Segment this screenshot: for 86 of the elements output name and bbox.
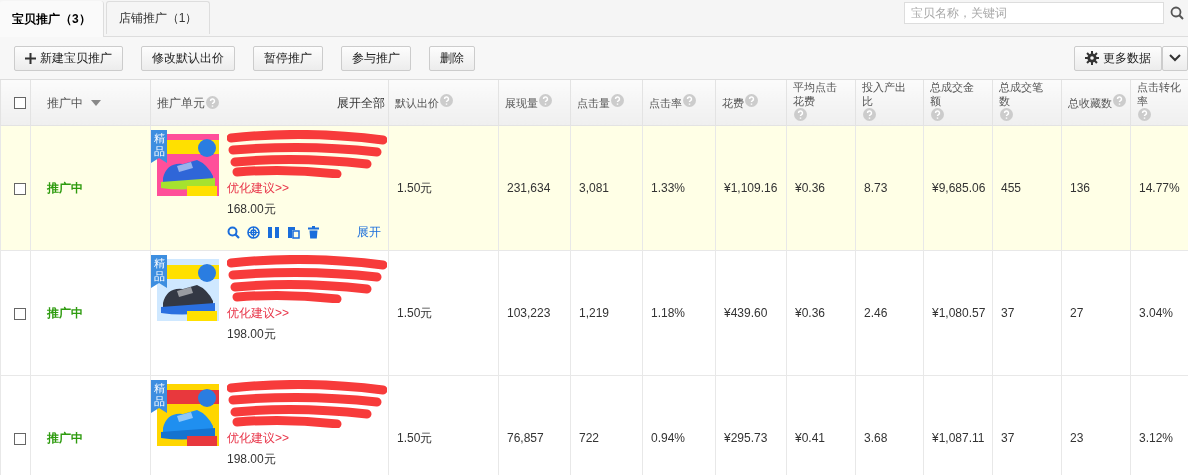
status-text: 推广中	[46, 430, 83, 445]
table-cell: ¥1,087.11	[932, 431, 985, 445]
toolbar-button[interactable]: 参与推广	[341, 45, 411, 71]
column-header: 花费	[722, 95, 744, 110]
tab[interactable]: 店铺推广（1）	[105, 1, 211, 34]
column-header: 推广单元	[157, 95, 205, 110]
search-icon[interactable]	[227, 226, 240, 239]
table-cell: 14.77%	[1139, 181, 1180, 195]
table-cell: 0.94%	[651, 431, 686, 445]
table-cell: 1.18%	[651, 306, 686, 320]
table-cell: 76,857	[507, 431, 544, 445]
table-row[interactable]: 推广中 精品 优化建议>> 198.00元 1.50元 103,223 1,219 1.18% ¥439.60 ¥0.36 2.46 ¥1,080.57 37 27 3.04%	[0, 250, 1188, 376]
search-field[interactable]: 宝贝名称，关键词	[904, 2, 1164, 24]
table-cell: 455	[1001, 181, 1022, 195]
table-cell: 23	[1070, 431, 1084, 445]
table-cell: 722	[579, 431, 600, 445]
checkbox[interactable]	[14, 182, 26, 195]
table-cell: 1,219	[579, 306, 610, 320]
table-cell: 3.12%	[1139, 431, 1174, 445]
table-cell: 3.68	[864, 431, 888, 445]
table-cell: 1.50元	[397, 179, 433, 197]
table-cell: ¥295.73	[724, 431, 768, 445]
column-header[interactable]: 推广中	[47, 95, 83, 110]
table-cell: ¥1,080.57	[932, 306, 986, 320]
table-cell: 1.33%	[651, 181, 686, 195]
table-cell: 103,223	[507, 306, 551, 320]
table-cell: 136	[1070, 181, 1091, 195]
caret-down-icon[interactable]	[91, 99, 101, 106]
column-header: 默认出价	[395, 95, 439, 110]
price-text: 168.00元	[227, 201, 276, 218]
table-row[interactable]: 推广中 精品 优化建议>> 198.00元 1.50元 76,857 722 0.94% ¥295.73 ¥0.41 3.68 ¥1,087.11 37 23 3.12%	[0, 375, 1188, 475]
table-row[interactable]: 推广中 精品 优化建议>> 168.00元 展开 1.50元 231,634 3,081 1.33% ¥1,109.16 ¥0.36 8.73 ¥9,685.06 455 136 14.77%	[0, 125, 1188, 251]
column-header: 总成交金额	[930, 80, 975, 108]
table-cell: 3,081	[579, 181, 610, 195]
checkbox[interactable]	[14, 97, 26, 110]
suggestion-link[interactable]: 优化建议>>	[227, 430, 289, 447]
dropdown-button[interactable]	[1162, 45, 1188, 71]
toolbar-button[interactable]: 修改默认出价	[141, 45, 235, 71]
column-header: 点击转化率	[1137, 80, 1182, 108]
table-cell: 8.73	[864, 181, 888, 195]
price-text: 198.00元	[227, 326, 276, 343]
badge: 精品	[151, 380, 167, 413]
table-cell: 1.50元	[397, 304, 433, 322]
column-header: 投入产出比	[862, 80, 907, 108]
pause-icon[interactable]	[267, 226, 280, 239]
plus-icon	[25, 52, 36, 64]
table-cell: ¥0.36	[795, 181, 826, 195]
table-cell: 37	[1001, 431, 1015, 445]
trash-icon[interactable]	[307, 226, 320, 239]
suggestion-link[interactable]: 优化建议>>	[227, 180, 289, 197]
column-header: 点击率	[649, 95, 682, 110]
badge: 精品	[151, 130, 167, 163]
column-header: 总成交笔数	[999, 80, 1044, 108]
expand-link[interactable]: 展开	[357, 224, 381, 241]
table-cell: ¥1,109.16	[724, 181, 778, 195]
badge: 精品	[151, 255, 167, 288]
table-cell: ¥0.36	[795, 306, 826, 320]
expand-all-link[interactable]: 展开全部	[337, 95, 385, 110]
search-icon[interactable]	[1170, 6, 1184, 20]
table-cell: ¥439.60	[724, 306, 768, 320]
table-cell: 37	[1001, 306, 1015, 320]
chevron-down-icon	[1169, 54, 1181, 62]
table-cell: 3.04%	[1139, 306, 1174, 320]
column-header: 总收藏数	[1068, 95, 1112, 110]
table-cell: 231,634	[507, 181, 551, 195]
globe-icon[interactable]	[247, 226, 260, 239]
suggestion-link[interactable]: 优化建议>>	[227, 305, 289, 322]
status-text: 推广中	[46, 305, 83, 320]
table-cell: 27	[1070, 306, 1084, 320]
toolbar-button[interactable]: 新建宝贝推广	[14, 45, 123, 71]
price-text: 198.00元	[227, 451, 276, 468]
column-header: 展现量	[505, 95, 538, 110]
tab[interactable]: 宝贝推广（3）	[0, 1, 104, 37]
column-header: 平均点击花费	[793, 80, 838, 108]
status-text: 推广中	[46, 180, 83, 195]
column-header: 点击量	[577, 95, 610, 110]
more-data-button[interactable]: 更多数据	[1074, 45, 1162, 71]
table-cell: 1.50元	[397, 429, 433, 447]
table-cell: ¥0.41	[795, 431, 826, 445]
table-cell: ¥9,685.06	[932, 181, 986, 195]
gear-icon	[1085, 51, 1099, 65]
toolbar-button[interactable]: 删除	[429, 45, 475, 71]
checkbox[interactable]	[14, 432, 26, 445]
table-cell: 2.46	[864, 306, 888, 320]
checkbox[interactable]	[14, 307, 26, 320]
toolbar-button[interactable]: 暂停推广	[253, 45, 323, 71]
